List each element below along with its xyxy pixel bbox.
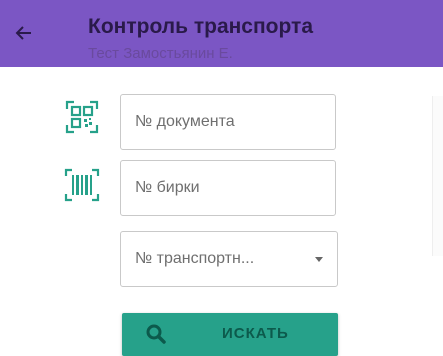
document-number-input[interactable] bbox=[121, 113, 335, 131]
search-button-label: ИСКАТЬ bbox=[222, 325, 289, 342]
barcode-scan-button[interactable] bbox=[62, 165, 102, 205]
side-panel bbox=[432, 96, 443, 256]
app-bar: Контроль транспорта Тест Замостьянин Е. bbox=[0, 0, 443, 67]
page-title: Контроль транспорта bbox=[88, 15, 314, 38]
search-button[interactable]: ИСКАТЬ bbox=[122, 313, 338, 356]
qr-scan-button[interactable] bbox=[62, 97, 102, 137]
tag-number-input[interactable] bbox=[121, 179, 335, 197]
page-subtitle: Тест Замостьянин Е. bbox=[88, 45, 233, 62]
arrow-left-icon bbox=[15, 26, 31, 40]
transport-number-select[interactable]: № транспортн... bbox=[120, 231, 338, 287]
screen: Контроль транспорта Тест Замостьянин Е. bbox=[0, 0, 443, 356]
chevron-down-icon bbox=[315, 256, 323, 262]
qr-code-icon bbox=[65, 100, 99, 134]
barcode-icon bbox=[64, 168, 100, 202]
transport-select-value: № транспортн... bbox=[135, 250, 255, 267]
document-number-field[interactable] bbox=[120, 94, 336, 150]
back-button[interactable] bbox=[10, 16, 38, 50]
search-icon bbox=[146, 324, 166, 344]
tag-number-field[interactable] bbox=[120, 160, 336, 216]
